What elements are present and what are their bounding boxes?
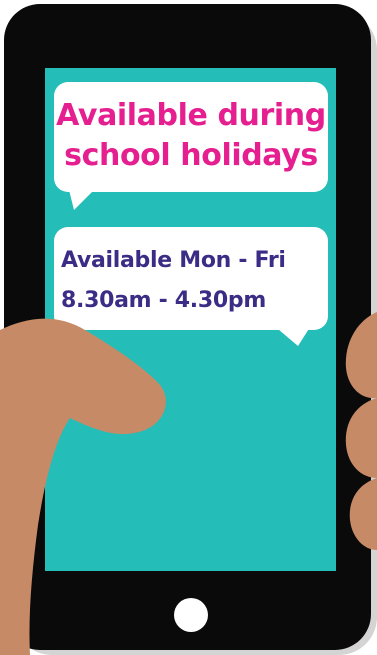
right-hand-finger-2 [345, 398, 377, 478]
illustration: Available during school holidays Availab… [0, 0, 377, 655]
left-hand [0, 318, 166, 655]
right-hand-finger-1 [345, 312, 377, 399]
right-hand-finger-3 [349, 478, 377, 550]
hands [0, 312, 377, 655]
